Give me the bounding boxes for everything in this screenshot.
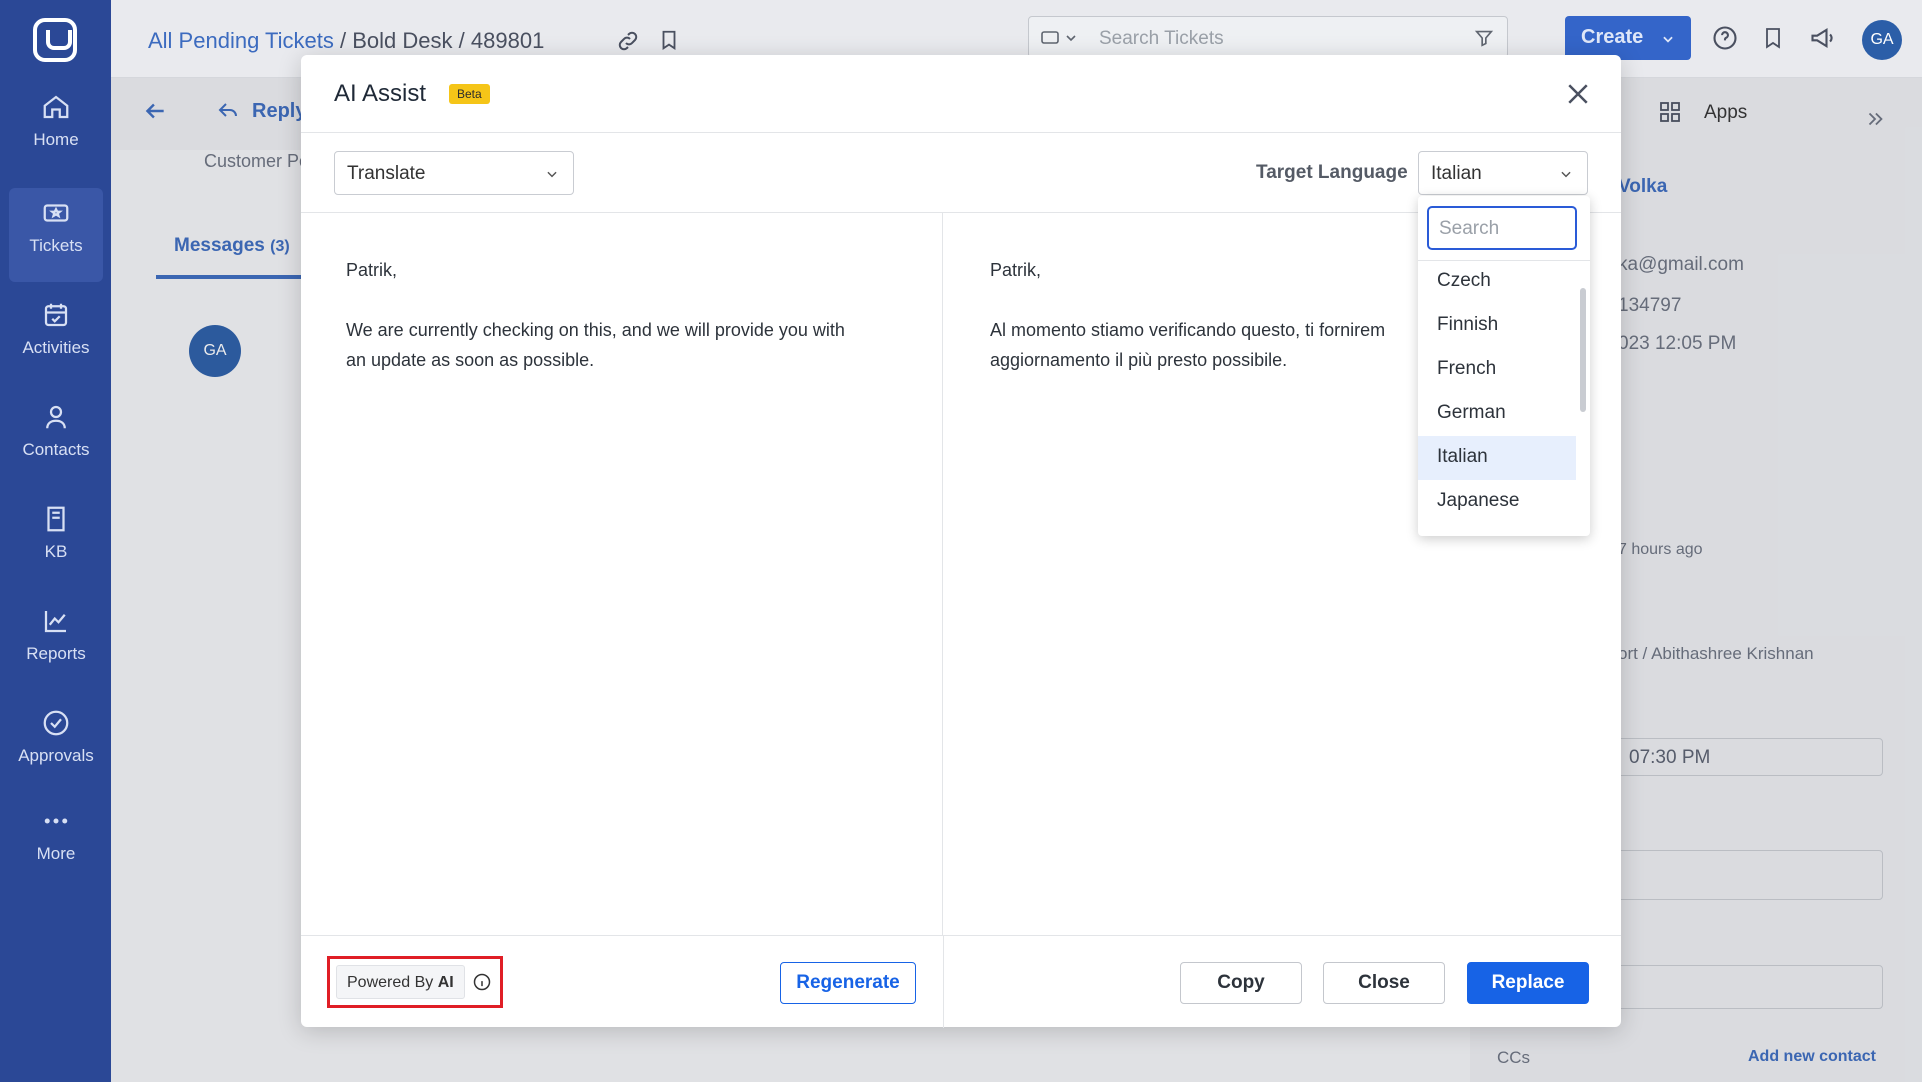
calendar-icon	[44, 303, 68, 327]
sidebar-item-approvals[interactable]: Approvals	[9, 698, 103, 792]
home-icon	[43, 95, 69, 119]
create-button-label: Create	[1581, 26, 1644, 48]
beta-badge: Beta	[449, 84, 490, 104]
powered-by-ai-chip: Powered By AI	[336, 965, 465, 999]
powered-by-label: Powered By	[347, 974, 434, 991]
sidebar-item-label: Tickets	[29, 236, 83, 255]
breadcrumb-bold-desk[interactable]: Bold Desk	[352, 28, 452, 53]
person-icon	[46, 405, 66, 429]
user-avatar[interactable]: GA	[1862, 20, 1902, 60]
link-icon[interactable]	[616, 29, 640, 53]
info-icon[interactable]	[472, 972, 492, 992]
dropdown-scrollbar[interactable]	[1580, 288, 1586, 412]
language-option-finnish[interactable]: Finnish	[1418, 304, 1576, 348]
source-pane: Patrik, We are currently checking on thi…	[301, 213, 943, 935]
sidebar-item-label: More	[36, 844, 76, 863]
modal-footer: Powered By AI Regenerate Copy Close Repl…	[301, 935, 1621, 1028]
create-button[interactable]: Create	[1565, 16, 1691, 60]
chart-icon	[44, 611, 66, 633]
target-language-select[interactable]: Italian	[1418, 151, 1588, 195]
language-option-japanese[interactable]: Japanese	[1418, 480, 1576, 524]
filter-icon[interactable]	[1473, 27, 1495, 49]
sidebar-item-label: Contacts	[22, 440, 90, 459]
language-option-czech[interactable]: Czech	[1418, 260, 1576, 304]
language-search-input[interactable]: Search	[1427, 206, 1577, 250]
sidebar-item-label: KB	[44, 542, 68, 561]
footer-divider	[943, 936, 944, 1028]
action-select-value: Translate	[347, 163, 426, 184]
ticket-type-icon[interactable]	[1041, 29, 1081, 47]
language-dropdown: Search Czech Finnish French German Itali…	[1418, 196, 1590, 536]
source-text: Patrik, We are currently checking on thi…	[346, 260, 845, 370]
powered-ai-label: AI	[437, 974, 454, 991]
breadcrumb-separator: /	[458, 28, 465, 53]
sidebar-item-activities[interactable]: Activities	[9, 290, 103, 384]
regenerate-button[interactable]: Regenerate	[780, 962, 916, 1004]
modal-header: AI Assist Beta	[301, 55, 1621, 133]
more-dots-icon	[44, 818, 68, 824]
chevron-down-icon	[1663, 36, 1673, 43]
powered-by-ai-highlight: Powered By AI	[327, 956, 503, 1008]
sidebar-item-label: Reports	[26, 644, 86, 663]
help-icon[interactable]	[1711, 24, 1739, 52]
ticket-search[interactable]: Search Tickets	[1028, 16, 1508, 58]
target-language-value: Italian	[1431, 163, 1482, 184]
ticket-icon	[43, 204, 69, 222]
book-icon	[47, 506, 65, 532]
breadcrumb: All Pending Tickets / Bold Desk / 489801	[148, 28, 544, 54]
sidebar-item-contacts[interactable]: Contacts	[9, 392, 103, 486]
chevron-down-icon	[1561, 171, 1571, 178]
language-search-placeholder: Search	[1439, 218, 1500, 239]
bookmark-icon[interactable]	[658, 28, 680, 52]
bookmark-icon[interactable]	[1761, 24, 1785, 52]
sidebar-item-reports[interactable]: Reports	[9, 596, 103, 690]
sidebar-item-label: Home	[33, 130, 79, 149]
chevron-down-icon	[547, 171, 557, 178]
sidebar-item-label: Activities	[22, 338, 90, 357]
replace-button[interactable]: Replace	[1467, 962, 1589, 1004]
language-option-italian[interactable]: Italian	[1418, 436, 1576, 480]
sidebar-item-label: Approvals	[18, 746, 94, 765]
close-icon[interactable]	[1563, 79, 1593, 109]
sidebar-item-kb[interactable]: KB	[9, 494, 103, 588]
search-placeholder: Search Tickets	[1099, 28, 1224, 49]
sidebar-item-more[interactable]: More	[9, 796, 103, 890]
sidebar-item-tickets[interactable]: Tickets	[9, 188, 103, 282]
target-language-label: Target Language	[1256, 162, 1408, 183]
announcement-icon[interactable]	[1808, 24, 1838, 52]
app-logo[interactable]	[33, 18, 77, 62]
language-option-german[interactable]: German	[1418, 392, 1576, 436]
language-option-french[interactable]: French	[1418, 348, 1576, 392]
action-select[interactable]: Translate	[334, 151, 574, 195]
copy-button[interactable]: Copy	[1180, 962, 1302, 1004]
modal-title: AI Assist	[334, 80, 427, 107]
breadcrumb-separator: /	[340, 28, 347, 53]
breadcrumb-all-pending[interactable]: All Pending Tickets	[148, 28, 334, 53]
close-button[interactable]: Close	[1323, 962, 1445, 1004]
sidebar-item-home[interactable]: Home	[9, 82, 103, 176]
left-sidebar: Home Tickets Activities Contacts KB Repo…	[0, 0, 111, 1082]
breadcrumb-ticket-id: 489801	[470, 28, 545, 53]
check-circle-icon	[43, 710, 69, 736]
